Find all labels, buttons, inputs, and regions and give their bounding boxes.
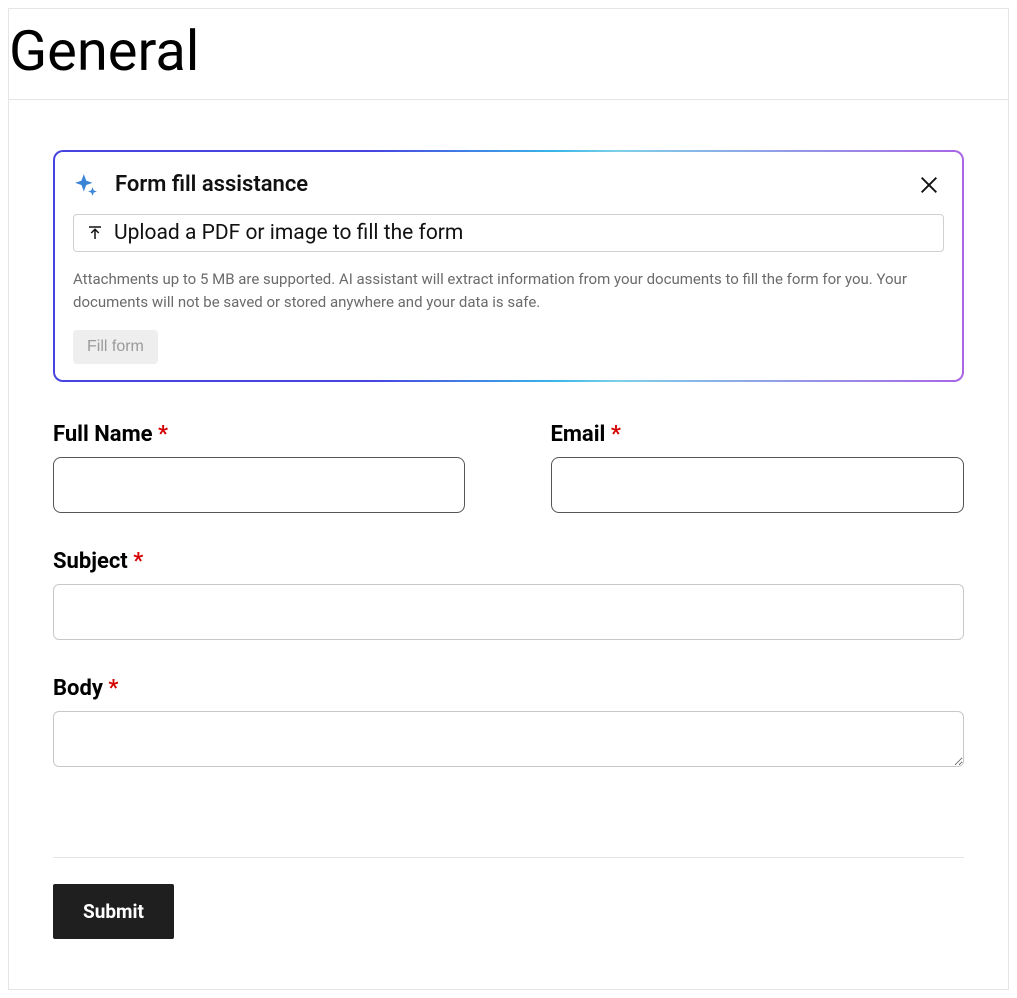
- assist-title: Form fill assistance: [115, 172, 308, 197]
- upload-label: Upload a PDF or image to fill the form: [114, 221, 463, 245]
- content-area: Form fill assistance: [9, 100, 1008, 990]
- full-name-group: Full Name *: [53, 422, 467, 513]
- subject-input[interactable]: [53, 584, 964, 640]
- assist-header: Form fill assistance: [73, 172, 944, 198]
- body-input[interactable]: [53, 711, 964, 767]
- submit-button[interactable]: Submit: [53, 884, 174, 939]
- fill-form-button[interactable]: Fill form: [73, 330, 158, 364]
- required-mark: *: [133, 549, 143, 574]
- email-label-text: Email: [551, 422, 606, 447]
- form-grid: Full Name * Email * Subject *: [53, 422, 964, 767]
- email-group: Email *: [551, 422, 965, 513]
- full-name-label-text: Full Name: [53, 422, 153, 447]
- required-mark: *: [158, 422, 168, 447]
- sparkle-icon: [73, 172, 99, 198]
- footer-area: Submit: [53, 857, 964, 969]
- form-fill-assistance-card: Form fill assistance: [53, 150, 964, 383]
- form-page: General Form fill assistance: [8, 8, 1009, 990]
- email-input[interactable]: [551, 457, 965, 513]
- subject-label-text: Subject: [53, 549, 128, 574]
- page-title: General: [9, 21, 1008, 83]
- page-header: General: [9, 9, 1008, 100]
- body-label: Body *: [53, 676, 964, 701]
- full-name-input[interactable]: [53, 457, 465, 513]
- subject-group: Subject *: [53, 549, 964, 640]
- required-mark: *: [108, 676, 118, 701]
- full-name-label: Full Name *: [53, 422, 467, 447]
- close-icon: [918, 174, 940, 199]
- assist-hint: Attachments up to 5 MB are supported. AI…: [73, 268, 944, 315]
- upload-file-button[interactable]: Upload a PDF or image to fill the form: [73, 214, 944, 252]
- body-label-text: Body: [53, 676, 103, 701]
- upload-icon: [86, 224, 104, 242]
- body-group: Body *: [53, 676, 964, 767]
- close-button[interactable]: [914, 170, 944, 203]
- subject-label: Subject *: [53, 549, 964, 574]
- email-label: Email *: [551, 422, 965, 447]
- required-mark: *: [611, 422, 621, 447]
